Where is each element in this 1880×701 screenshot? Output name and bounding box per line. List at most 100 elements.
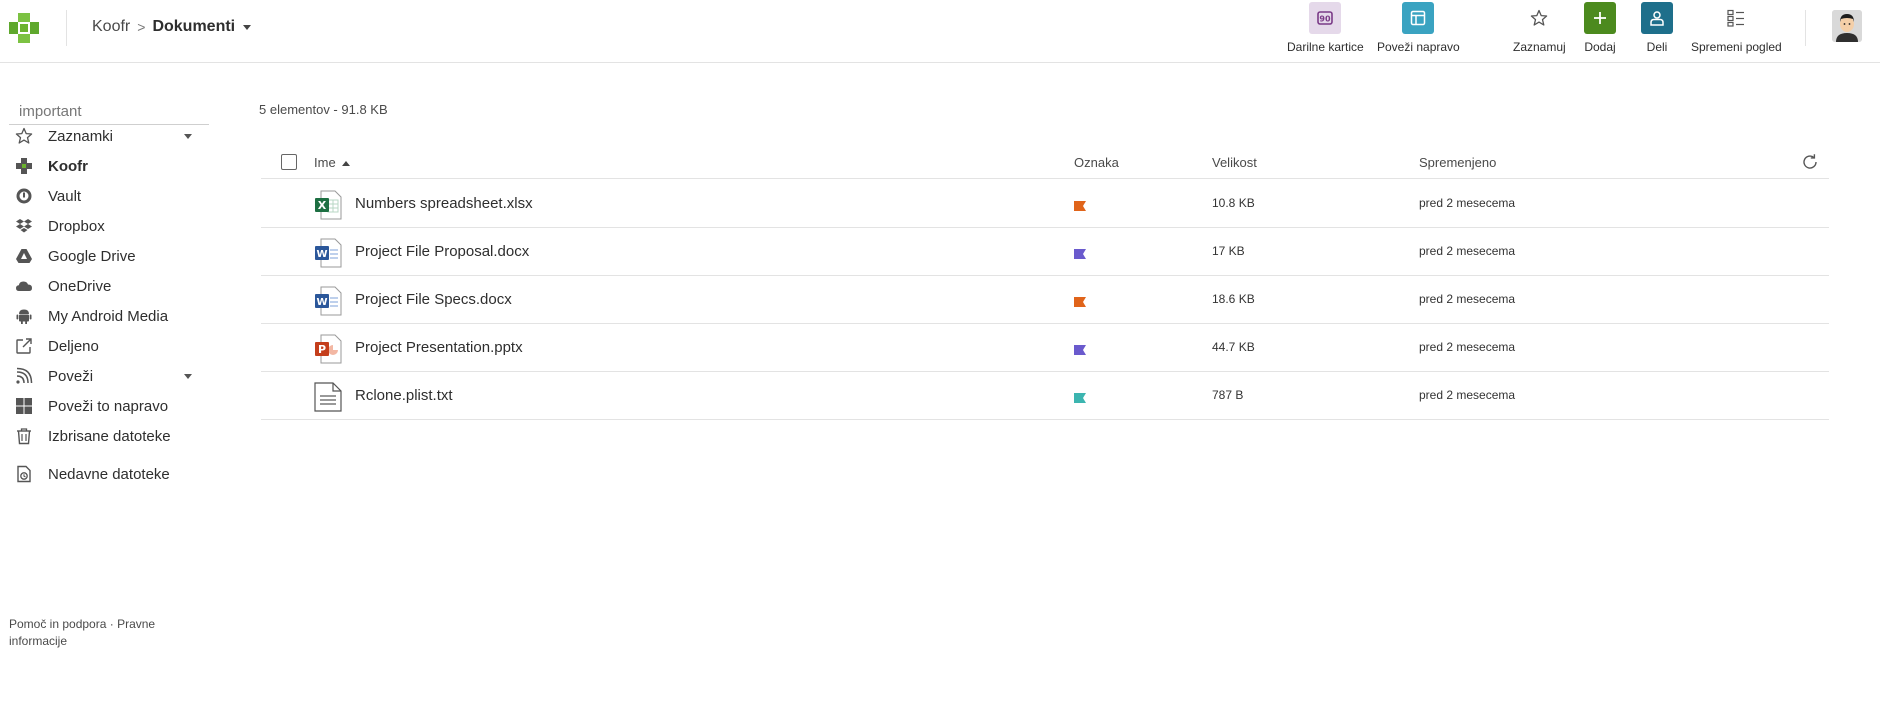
chevron-down-icon[interactable] [184,374,192,379]
file-modified: pred 2 mesecema [1419,388,1516,402]
help-link[interactable]: Pomoč in podpora [9,617,106,631]
flag-icon[interactable] [1074,391,1086,403]
sidebar-item-onedrive[interactable]: OneDrive [14,272,200,300]
column-header-modified[interactable]: Spremenjeno [1419,155,1496,170]
top-bar: Koofr > Dokumenti 90 Darilne kartice Pov… [0,0,1880,63]
star-icon [1523,2,1555,34]
svg-text:X: X [318,199,327,212]
file-browser: 5 elementov - 91.8 KB Ime Oznaka Velikos… [258,64,1830,701]
word-file-icon: W [314,286,342,316]
table-row[interactable]: Rclone.plist.txt 787 B pred 2 mesecema [261,372,1829,420]
gift-cards-label: Darilne kartice [1287,40,1364,54]
divider [66,10,67,46]
chevron-down-icon[interactable] [243,24,252,30]
table-row[interactable]: X Numbers spreadsheet.xlsx 10.8 KB pred … [261,180,1829,228]
file-size: 17 KB [1212,244,1245,258]
column-header-size[interactable]: Velikost [1212,155,1257,170]
table-row[interactable]: W Project File Specs.docx 18.6 KB pred 2… [261,276,1829,324]
change-view-button[interactable]: Spremeni pogled [1691,2,1782,54]
gift-cards-button[interactable]: 90 Darilne kartice [1287,2,1364,54]
gift-card-icon: 90 [1309,2,1342,34]
sidebar-item-label: Google Drive [48,247,136,265]
star-icon [14,126,34,146]
sidebar-item-koofr[interactable]: Koofr [14,152,200,180]
add-button[interactable]: Dodaj [1584,2,1616,54]
connect-device-button[interactable]: Poveži napravo [1377,2,1460,54]
file-name[interactable]: Project File Proposal.docx [355,243,529,260]
flag-icon[interactable] [1074,247,1086,259]
refresh-icon[interactable] [1801,153,1819,171]
add-label: Dodaj [1584,40,1616,54]
footer-separator: · [106,617,118,631]
file-size: 787 B [1212,388,1244,402]
select-all-checkbox[interactable] [281,154,297,170]
footer-links: Pomoč in podpora · Pravne informacije [9,616,179,650]
trash-icon [14,426,34,446]
list-view-icon [1720,2,1752,34]
table-row[interactable]: W Project File Proposal.docx 17 KB pred … [261,228,1829,276]
sidebar-item-label: Zaznamki [48,127,114,145]
column-header-name[interactable]: Ime [314,155,350,170]
column-name-label: Ime [314,155,336,170]
koofr-logo-icon[interactable] [8,12,40,44]
sidebar-item-label: Vault [48,187,82,205]
sidebar-item-povezi[interactable]: Poveži [14,362,200,390]
share-button[interactable]: Deli [1641,2,1673,54]
sidebar-item-label: Poveži [48,367,94,385]
share-label: Deli [1646,40,1668,54]
sidebar-item-nedavne-datoteke[interactable]: Nedavne datoteke [14,460,200,488]
breadcrumb-root[interactable]: Koofr [92,18,130,36]
sidebar-item-deljeno[interactable]: Deljeno [14,332,200,360]
sidebar-item-dropbox[interactable]: Dropbox [14,212,200,240]
sidebar-item-vault[interactable]: Vault [14,182,200,210]
koofr-icon [14,156,34,176]
sidebar-item-label: Koofr [48,157,88,175]
table-header: Ime Oznaka Velikost Spremenjeno [261,146,1829,179]
sidebar-item-zaznamki[interactable]: Zaznamki [14,122,200,150]
file-size: 44.7 KB [1212,340,1255,354]
sidebar-item-label: Izbrisane datoteke [48,427,171,445]
powerpoint-file-icon: P [314,334,342,364]
flag-icon[interactable] [1074,199,1086,211]
file-modified: pred 2 mesecema [1419,292,1516,306]
sidebar-item-label: My Android Media [48,307,169,325]
bookmark-label: Zaznamuj [1513,40,1566,54]
flag-icon[interactable] [1074,295,1086,307]
file-name[interactable]: Project File Specs.docx [355,291,512,308]
svg-text:90: 90 [1320,15,1332,24]
plus-icon [1584,2,1616,34]
file-size: 18.6 KB [1212,292,1255,306]
chevron-down-icon[interactable] [184,134,192,139]
file-name[interactable]: Project Presentation.pptx [355,339,523,356]
search-input[interactable] [9,98,209,125]
column-header-tag[interactable]: Oznaka [1074,155,1119,170]
user-share-icon [1641,2,1673,34]
sidebar: Zaznamki Koofr Vault Dropbox Google Driv… [0,64,215,701]
file-name[interactable]: Numbers spreadsheet.xlsx [355,195,533,212]
change-view-label: Spremeni pogled [1691,40,1782,54]
text-file-icon [314,382,342,412]
sidebar-item-label: Deljeno [48,337,99,355]
file-modified: pred 2 mesecema [1419,244,1516,258]
sidebar-item-my-android-media[interactable]: My Android Media [14,302,200,330]
folder-summary: 5 elementov - 91.8 KB [259,102,388,117]
file-size: 10.8 KB [1212,196,1255,210]
sidebar-item-izbrisane-datoteke[interactable]: Izbrisane datoteke [14,422,200,450]
vault-icon [14,186,34,206]
bookmark-button[interactable]: Zaznamuj [1513,2,1566,54]
sidebar-item-label: Poveži to napravo [48,397,169,415]
svg-text:W: W [316,297,327,308]
flag-icon[interactable] [1074,343,1086,355]
avatar[interactable] [1832,10,1862,42]
sidebar-item-label: Nedavne datoteke [48,465,170,483]
file-name[interactable]: Rclone.plist.txt [355,387,453,404]
sidebar-item-google-drive[interactable]: Google Drive [14,242,200,270]
windows-icon [14,396,34,416]
table-row[interactable]: P Project Presentation.pptx 44.7 KB pred… [261,324,1829,372]
android-icon [14,306,34,326]
sidebar-item-label: Dropbox [48,217,105,235]
dropbox-icon [14,216,34,236]
breadcrumb-current[interactable]: Dokumenti [152,18,235,36]
sidebar-item-povezi-to-napravo[interactable]: Poveži to napravo [14,392,200,420]
file-modified: pred 2 mesecema [1419,196,1516,210]
